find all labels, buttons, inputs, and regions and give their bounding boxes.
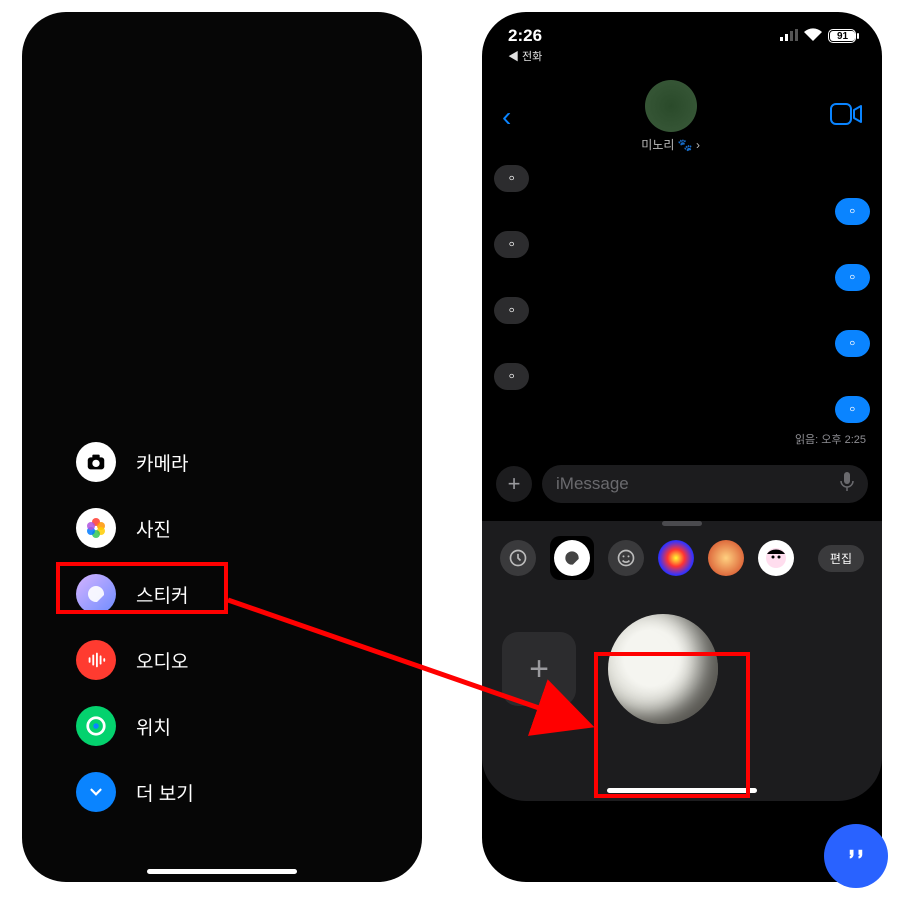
attachment-menu: 카메라 사진 스티커 오디오 위치 xyxy=(76,440,194,814)
menu-item-location[interactable]: 위치 xyxy=(76,704,194,748)
menu-item-more[interactable]: 더 보기 xyxy=(76,770,194,814)
menu-item-stickers[interactable]: 스티커 xyxy=(76,572,194,616)
cellular-icon xyxy=(780,26,798,46)
recents-tab[interactable] xyxy=(500,540,536,576)
add-sticker-button[interactable]: + xyxy=(502,632,576,706)
camera-icon xyxy=(76,442,116,482)
status-bar: 2:26 91 xyxy=(482,12,882,46)
facetime-button[interactable] xyxy=(830,103,862,130)
attach-button[interactable]: + xyxy=(496,466,532,502)
message-row[interactable]: ㅇ xyxy=(494,165,870,192)
photos-icon xyxy=(76,508,116,548)
home-indicator[interactable] xyxy=(147,869,297,874)
phone-screenshot-left: 카메라 사진 스티커 오디오 위치 xyxy=(22,12,422,882)
audio-icon xyxy=(76,640,116,680)
battery-icon: 91 xyxy=(828,29,856,43)
menu-label: 사진 xyxy=(136,515,171,542)
wifi-icon xyxy=(804,26,822,46)
message-row[interactable]: ㅇ xyxy=(494,396,870,423)
avatar xyxy=(645,80,697,132)
location-icon xyxy=(76,706,116,746)
menu-label: 위치 xyxy=(136,713,171,740)
phone-screenshot-right: 2:26 91 ◀ 전화 ‹ 미노리 🐾 › ㅇㅇㅇㅇㅇㅇㅇㅇ 읽음: 오후 2… xyxy=(482,12,882,882)
message-list[interactable]: ㅇㅇㅇㅇㅇㅇㅇㅇ xyxy=(482,159,882,429)
message-row[interactable]: ㅇ xyxy=(494,330,870,357)
message-bubble: ㅇ xyxy=(835,330,870,357)
message-bubble: ㅇ xyxy=(494,297,529,324)
sticker-grid: + xyxy=(482,580,882,758)
stickers-tab[interactable] xyxy=(550,536,594,580)
input-placeholder: iMessage xyxy=(556,474,629,494)
back-button[interactable]: ‹ xyxy=(502,101,511,133)
sticker-item-moon[interactable] xyxy=(598,604,728,734)
sticker-drawer: 편집 + xyxy=(482,521,882,801)
message-row[interactable]: ㅇ xyxy=(494,363,870,390)
dictation-icon[interactable] xyxy=(840,472,854,497)
drawer-tabs: 편집 xyxy=(482,536,882,580)
home-indicator[interactable] xyxy=(607,788,757,793)
contact-name: 미노리 🐾 › xyxy=(641,136,700,153)
menu-label: 오디오 xyxy=(136,647,188,674)
emoji-tab[interactable] xyxy=(608,540,644,576)
menu-item-audio[interactable]: 오디오 xyxy=(76,638,194,682)
message-row[interactable]: ㅇ xyxy=(494,231,870,258)
message-row[interactable]: ㅇ xyxy=(494,198,870,225)
message-row[interactable]: ㅇ xyxy=(494,297,870,324)
read-receipt: 읽음: 오후 2:25 xyxy=(482,429,882,455)
moon-sticker-icon xyxy=(608,614,718,724)
message-bubble: ㅇ xyxy=(835,198,870,225)
app-tab-3[interactable] xyxy=(758,540,794,576)
contact-header[interactable]: 미노리 🐾 › xyxy=(641,80,700,153)
menu-label: 스티커 xyxy=(136,581,188,608)
message-bubble: ㅇ xyxy=(835,396,870,423)
message-bubble: ㅇ xyxy=(494,363,529,390)
app-tab-2[interactable] xyxy=(708,540,744,576)
app-tab-1[interactable] xyxy=(658,540,694,576)
status-time: 2:26 xyxy=(508,26,542,46)
quote-fab[interactable] xyxy=(824,824,888,888)
drawer-grabber[interactable] xyxy=(662,521,702,526)
nav-bar: ‹ 미노리 🐾 › xyxy=(482,64,882,159)
menu-item-camera[interactable]: 카메라 xyxy=(76,440,194,484)
menu-item-photos[interactable]: 사진 xyxy=(76,506,194,550)
menu-label: 카메라 xyxy=(136,449,188,476)
message-bubble: ㅇ xyxy=(835,264,870,291)
message-row[interactable]: ㅇ xyxy=(494,264,870,291)
sticker-icon xyxy=(76,574,116,614)
menu-label: 더 보기 xyxy=(136,779,194,806)
chevron-down-icon xyxy=(76,772,116,812)
message-bubble: ㅇ xyxy=(494,231,529,258)
message-input[interactable]: iMessage xyxy=(542,465,868,503)
compose-bar: + iMessage xyxy=(482,455,882,513)
message-bubble: ㅇ xyxy=(494,165,529,192)
edit-button[interactable]: 편집 xyxy=(818,545,864,572)
back-to-app[interactable]: ◀ 전화 xyxy=(482,46,882,64)
